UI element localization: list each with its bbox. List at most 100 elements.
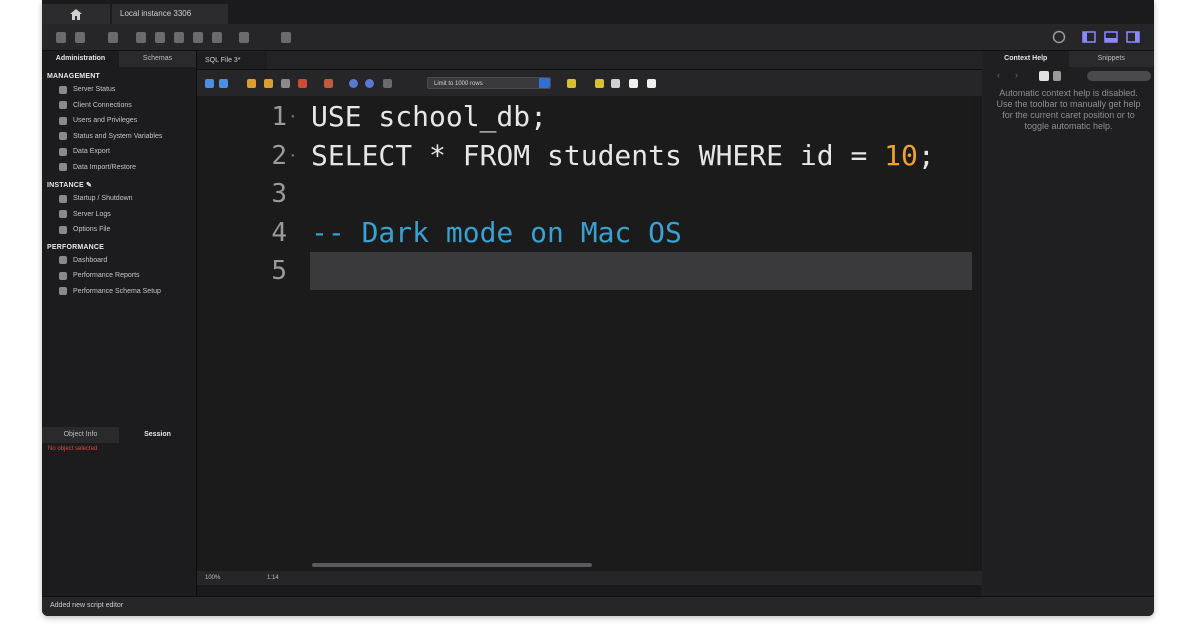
nav-data-export[interactable]: Data Export	[42, 144, 196, 160]
instance-tab[interactable]: Local instance 3306	[112, 4, 228, 24]
toggle-output-icon[interactable]	[1104, 30, 1118, 44]
statement-marker: ·	[288, 145, 298, 165]
create-function-icon[interactable]	[212, 32, 222, 43]
tab-object-info[interactable]: Object Info	[42, 427, 119, 443]
section-management: MANAGEMENT	[47, 73, 100, 80]
code-line[interactable]: 1 · USE school_db;	[197, 98, 972, 136]
search-table-data-icon[interactable]	[239, 32, 249, 43]
info-panel: Object Info Session No object selected	[42, 427, 196, 455]
line-code: SELECT * FROM students WHERE id = 10;	[311, 137, 935, 175]
create-schema-icon[interactable]	[136, 32, 146, 43]
nav-status-variables[interactable]: Status and System Variables	[42, 129, 196, 145]
code-token: ;	[917, 138, 935, 172]
tab-administration[interactable]: Administration	[42, 51, 119, 67]
tab-session[interactable]: Session	[119, 427, 196, 443]
nav-server-logs[interactable]: Server Logs	[42, 207, 196, 223]
line-number: 3	[271, 179, 287, 209]
sql-file-tab[interactable]: SQL File 3*	[197, 52, 267, 69]
help-search-input[interactable]	[1087, 71, 1151, 81]
execute-current-icon[interactable]	[264, 79, 273, 88]
autocommit-icon[interactable]	[383, 79, 392, 88]
code-editor[interactable]: 1 · USE school_db; 2 · SELECT * FROM students…	[197, 96, 972, 559]
new-sql-tab-icon[interactable]	[56, 32, 66, 43]
zoom-level[interactable]: 100%	[205, 571, 220, 585]
server-logs-icon	[59, 210, 67, 219]
editor-statusbar: 100% 1:14	[197, 571, 982, 585]
toggle-secondary-sidebar-icon[interactable]	[1126, 30, 1140, 44]
search-icon[interactable]	[611, 79, 620, 88]
context-help-message: Automatic context help is disabled. Use …	[996, 88, 1141, 131]
startup-icon	[59, 194, 67, 203]
toggle-sidebar-icon[interactable]	[1082, 30, 1096, 44]
tab-schemas[interactable]: Schemas	[119, 51, 196, 67]
nav-data-import[interactable]: Data Import/Restore	[42, 160, 196, 176]
data-export-icon	[59, 147, 67, 156]
commit-icon[interactable]	[349, 79, 358, 88]
save-icon[interactable]	[219, 79, 228, 88]
horizontal-scrollbar[interactable]	[197, 559, 972, 571]
code-token: 10	[884, 138, 918, 172]
info-tabs: Object Info Session	[42, 427, 196, 443]
create-table-icon[interactable]	[155, 32, 165, 43]
line-number: 5	[271, 256, 287, 286]
tab-context-help[interactable]: Context Help	[983, 51, 1069, 67]
line-number: 1	[271, 102, 287, 132]
nav-options-file[interactable]: Options File	[42, 222, 196, 238]
settings-icon[interactable]	[1052, 30, 1066, 44]
open-inspector-icon[interactable]	[108, 32, 118, 43]
reconnect-icon[interactable]	[281, 32, 291, 43]
client-connections-icon	[59, 101, 67, 110]
toggle-error-icon[interactable]	[324, 79, 333, 88]
line-code: USE school_db;	[311, 98, 547, 136]
limit-rows-select[interactable]: Limit to 1000 rows	[427, 77, 551, 89]
invisible-chars-icon[interactable]	[629, 79, 638, 88]
word-wrap-icon[interactable]	[647, 79, 656, 88]
editor-area: SQL File 3* Limit to 1000 rows 1 · USE sch…	[197, 51, 982, 596]
rollback-icon[interactable]	[365, 79, 374, 88]
find-icon[interactable]	[595, 79, 604, 88]
editor-toolbar: Limit to 1000 rows	[197, 70, 982, 96]
explain-icon[interactable]	[281, 79, 290, 88]
nav-server-status[interactable]: Server Status	[42, 82, 196, 98]
tab-snippets[interactable]: Snippets	[1068, 51, 1154, 67]
back-icon[interactable]: ‹	[997, 70, 1000, 80]
create-procedure-icon[interactable]	[193, 32, 203, 43]
code-token: USE school_db;	[311, 100, 548, 133]
execute-icon[interactable]	[247, 79, 256, 88]
code-line[interactable]: 4 -- Dark mode on Mac OS	[197, 214, 972, 252]
right-panel: Context Help Snippets ‹ › Automatic cont…	[983, 51, 1154, 596]
main-toolbar	[42, 24, 1154, 51]
nav-client-connections[interactable]: Client Connections	[42, 98, 196, 114]
server-status-icon	[59, 85, 67, 94]
nav-dashboard[interactable]: Dashboard	[42, 253, 196, 269]
chevron-down-icon	[539, 78, 550, 88]
app-statusbar: Added new script editor	[42, 596, 1154, 616]
wrench-icon	[59, 225, 67, 234]
variables-icon	[59, 132, 67, 141]
nav-performance-reports[interactable]: Performance Reports	[42, 268, 196, 284]
scrollbar-thumb[interactable]	[312, 563, 592, 567]
create-view-icon[interactable]	[174, 32, 184, 43]
nav-startup-shutdown[interactable]: Startup / Shutdown	[42, 191, 196, 207]
section-instance: INSTANCE ✎	[47, 182, 93, 189]
manual-help-icon[interactable]	[1039, 71, 1049, 81]
beautify-icon[interactable]	[567, 79, 576, 88]
code-token: SELECT * FROM students WHERE id =	[311, 138, 885, 172]
open-file-icon[interactable]	[205, 79, 214, 88]
code-line[interactable]: 5	[197, 252, 972, 290]
navigator-tabs: Administration Schemas	[42, 51, 196, 67]
users-icon	[59, 116, 67, 125]
forward-icon[interactable]: ›	[1015, 70, 1018, 80]
nav-performance-schema-setup[interactable]: Performance Schema Setup	[42, 284, 196, 300]
code-line[interactable]: 3	[197, 175, 972, 213]
reports-icon	[59, 271, 67, 280]
open-sql-script-icon[interactable]	[75, 32, 85, 43]
dashboard-icon	[59, 256, 67, 265]
line-number: 4	[271, 217, 287, 248]
home-tab[interactable]	[42, 4, 110, 24]
stop-icon[interactable]	[298, 79, 307, 88]
auto-help-icon[interactable]	[1053, 71, 1061, 81]
caret-position: 1:14	[267, 575, 279, 581]
nav-users-privileges[interactable]: Users and Privileges	[42, 113, 196, 129]
code-line[interactable]: 2 · SELECT * FROM students WHERE id = 10;	[197, 137, 972, 175]
